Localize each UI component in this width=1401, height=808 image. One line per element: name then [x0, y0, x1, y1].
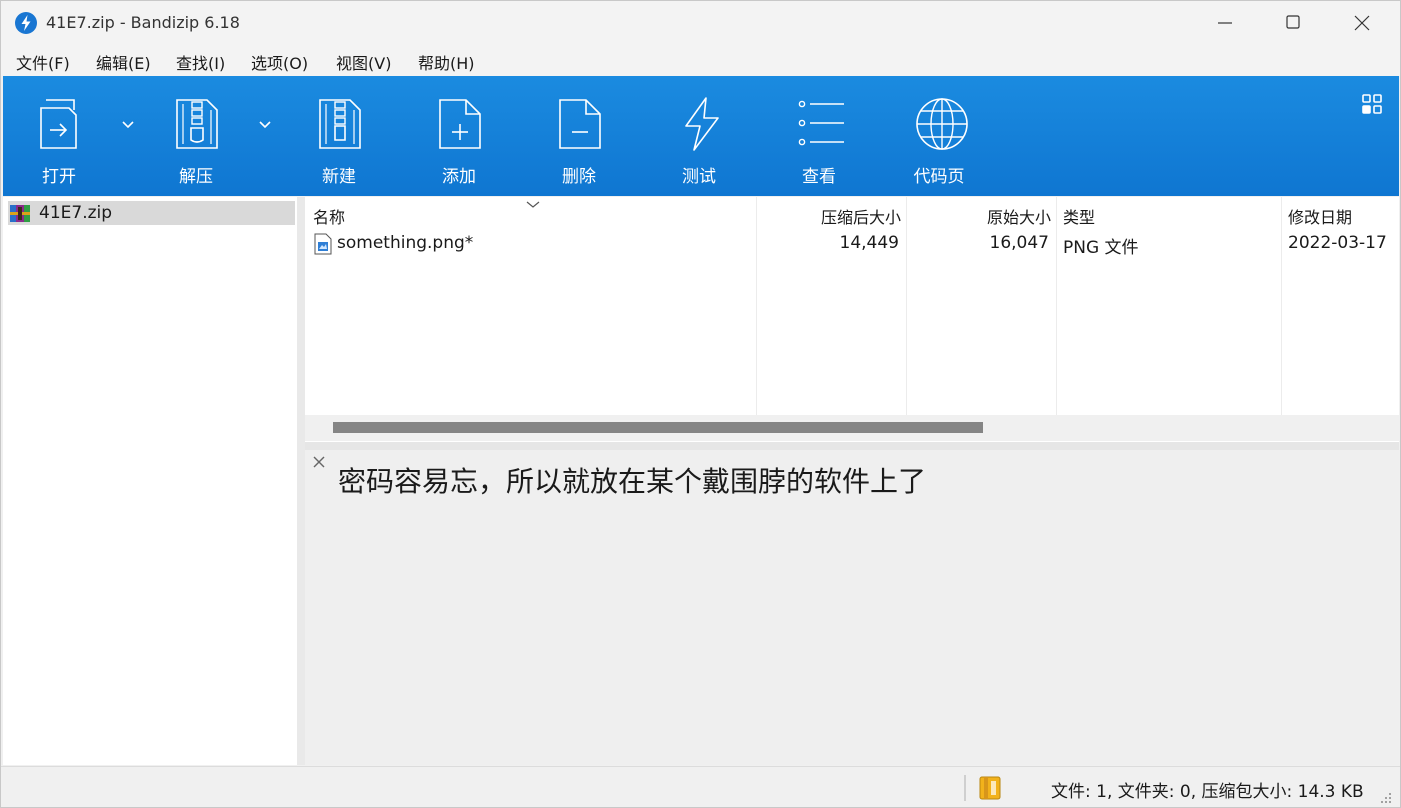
add-file-icon	[439, 99, 481, 149]
column-header-compressed[interactable]: 压缩后大小	[821, 204, 901, 228]
view-list-icon	[798, 100, 844, 146]
column-divider[interactable]	[756, 197, 757, 415]
minimize-button[interactable]	[1192, 1, 1260, 45]
window-title: 41E7.zip - Bandizip 6.18	[46, 13, 240, 32]
chevron-down-icon	[259, 121, 271, 129]
extract-button[interactable]: 解压	[146, 76, 246, 196]
bandizip-bolt-icon	[15, 12, 37, 34]
menu-view[interactable]: 视图(V)	[336, 50, 391, 74]
column-divider[interactable]	[906, 197, 907, 415]
chevron-down-icon	[122, 121, 134, 129]
view-button[interactable]: 查看	[769, 76, 869, 196]
panel-divider[interactable]	[305, 442, 1399, 450]
menu-find[interactable]: 查找(I)	[176, 50, 225, 74]
extract-icon	[176, 99, 218, 149]
png-file-icon	[314, 233, 332, 255]
layout-grid-icon[interactable]	[1360, 92, 1384, 116]
close-icon[interactable]	[311, 454, 327, 470]
codepage-button[interactable]: 代码页	[889, 76, 989, 196]
delete-label: 删除	[562, 167, 596, 187]
file-modified-date: 2022-03-17	[1288, 233, 1387, 253]
test-button[interactable]: 测试	[649, 76, 749, 196]
column-divider[interactable]	[1056, 197, 1057, 415]
test-lightning-icon	[685, 97, 719, 151]
file-original-size: 16,047	[989, 233, 1049, 253]
tree-item-label: 41E7.zip	[39, 203, 113, 223]
resize-grip-icon[interactable]	[1379, 791, 1393, 805]
globe-codepage-icon	[916, 98, 968, 150]
status-divider	[964, 775, 966, 801]
menu-bar: 文件(F) 编辑(E) 查找(I) 选项(O) 视图(V) 帮助(H)	[1, 45, 1400, 76]
file-name[interactable]: something.png*	[337, 233, 473, 253]
horizontal-scrollbar[interactable]	[305, 415, 1399, 441]
menu-file[interactable]: 文件(F)	[16, 50, 70, 74]
extract-label: 解压	[179, 167, 213, 187]
new-button[interactable]: 新建	[289, 76, 389, 196]
archive-tree: 41E7.zip	[3, 197, 297, 765]
status-bar: 文件: 1, 文件夹: 0, 压缩包大小: 14.3 KB	[1, 766, 1400, 807]
title-bar[interactable]: 41E7.zip - Bandizip 6.18	[1, 1, 1400, 45]
menu-edit[interactable]: 编辑(E)	[96, 50, 151, 74]
close-button[interactable]	[1328, 1, 1396, 45]
delete-button[interactable]: 删除	[529, 76, 629, 196]
open-archive-icon	[40, 99, 77, 149]
add-button[interactable]: 添加	[409, 76, 509, 196]
maximize-icon	[1286, 15, 1300, 29]
codepage-label: 代码页	[913, 167, 965, 187]
extract-dropdown-button[interactable]	[253, 112, 277, 136]
file-compressed-size: 14,449	[839, 233, 899, 253]
app-window: 41E7.zip - Bandizip 6.18 文件(F) 编辑(E) 查找(…	[0, 0, 1401, 808]
menu-options[interactable]: 选项(O)	[251, 50, 308, 74]
open-button[interactable]: 打开	[9, 76, 109, 196]
status-text: 文件: 1, 文件夹: 0, 压缩包大小: 14.3 KB	[1051, 782, 1364, 802]
tree-item-archive[interactable]: 41E7.zip	[8, 201, 295, 225]
file-type: PNG 文件	[1063, 238, 1139, 258]
column-divider[interactable]	[1281, 197, 1282, 415]
view-label: 查看	[802, 167, 836, 187]
column-header-modified[interactable]: 修改日期	[1288, 204, 1352, 228]
minimize-icon	[1218, 22, 1232, 24]
open-label: 打开	[42, 167, 76, 187]
open-dropdown-button[interactable]	[116, 112, 140, 136]
toolbar: 打开 解压 新建 添加 删除 测试 查看 代码页	[3, 76, 1399, 196]
menu-help[interactable]: 帮助(H)	[418, 50, 475, 74]
column-header-original[interactable]: 原始大小	[987, 204, 1051, 228]
add-label: 添加	[442, 167, 476, 187]
maximize-button[interactable]	[1260, 1, 1328, 45]
column-header-type[interactable]: 类型	[1063, 204, 1095, 228]
new-label: 新建	[322, 167, 356, 187]
chevron-down-icon	[526, 201, 540, 208]
scrollbar-thumb[interactable]	[333, 422, 983, 433]
new-archive-icon	[319, 99, 361, 149]
column-header-name[interactable]: 名称	[313, 204, 345, 228]
archive-comment-text: 密码容易忘，所以就放在某个戴围脖的软件上了	[338, 465, 927, 498]
file-list: 名称 压缩后大小 原始大小 类型 修改日期 something.png* 14,…	[305, 197, 1399, 442]
close-icon	[1354, 15, 1370, 31]
zip-archive-icon	[10, 205, 30, 222]
panel-splitter[interactable]	[297, 197, 305, 765]
archive-info-icon	[979, 776, 1001, 800]
archive-comment-panel: 密码容易忘，所以就放在某个戴围脖的软件上了	[305, 450, 1399, 765]
test-label: 测试	[682, 167, 716, 187]
delete-file-icon	[559, 99, 601, 149]
